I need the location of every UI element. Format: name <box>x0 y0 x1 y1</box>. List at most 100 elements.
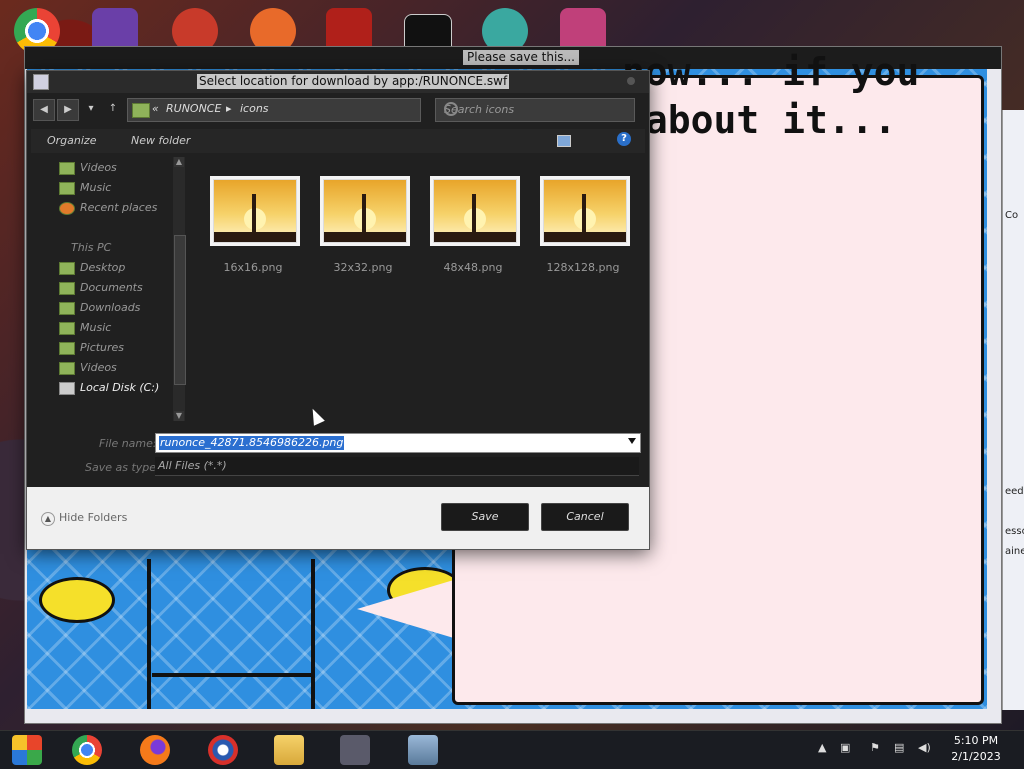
tray-overflow-icon[interactable]: ▲ <box>818 741 832 755</box>
hide-folders-toggle[interactable]: ▲ Hide Folders <box>41 511 127 526</box>
desktop-folder-icon <box>59 261 75 275</box>
file-item[interactable]: 16x16.png <box>197 157 297 274</box>
side-text: eed: <box>1005 486 1024 497</box>
nav-item-pictures[interactable]: Pictures <box>59 339 124 357</box>
nav-item-music-pc[interactable]: Music <box>59 319 111 337</box>
command-toolbar: Organize New folder ? <box>31 129 645 153</box>
clock-time: 5:10 PM <box>953 734 999 747</box>
background-window-edge: Co eed: esso aine: <box>1002 110 1024 710</box>
save-as-type-value: All Files (*.*) <box>158 459 227 472</box>
nav-item-recent-places[interactable]: Recent places <box>59 199 157 217</box>
side-text: esso <box>1005 526 1024 537</box>
drive-icon <box>59 381 75 395</box>
folder-icon <box>132 103 150 118</box>
volume-icon[interactable]: ◀) <box>918 741 932 755</box>
nav-item-videos-pc[interactable]: Videos <box>59 359 117 377</box>
dialog-title: Select location for download by app:/RUN… <box>197 74 510 89</box>
nav-item-local-disk[interactable]: Local Disk (C:) <box>59 379 159 397</box>
search-input[interactable]: Search icons <box>435 98 635 122</box>
dialog-titlebar: Select location for download by app:/RUN… <box>27 71 649 93</box>
file-item[interactable]: 48x48.png <box>417 157 517 274</box>
dialog-footer: ▲ Hide Folders Save Cancel <box>27 487 649 549</box>
save-fields: File name: runonce_42871.8546986226.png … <box>27 425 649 485</box>
image-thumbnail-icon <box>433 179 517 243</box>
view-options-icon[interactable] <box>557 135 571 147</box>
save-as-type-select[interactable]: All Files (*.*) <box>155 457 639 476</box>
recent-places-icon <box>59 201 75 215</box>
nav-header-this-pc[interactable]: This PC <box>71 241 111 254</box>
network-icon[interactable]: ▤ <box>894 741 908 755</box>
tablet-icon[interactable]: ▣ <box>840 741 854 755</box>
breadcrumb-runonce[interactable]: RUNONCE <box>166 102 221 115</box>
file-explorer-icon[interactable] <box>274 735 304 765</box>
search-icon[interactable] <box>444 102 458 116</box>
chrome-icon[interactable] <box>72 735 102 765</box>
clock-date: 2/1/2023 <box>951 750 1001 763</box>
new-folder-button[interactable]: New folder <box>131 134 190 147</box>
file-name: 16x16.png <box>223 261 283 274</box>
save-dialog: Select location for download by app:/RUN… <box>26 70 650 550</box>
creature-eye-left <box>39 577 115 623</box>
breadcrumb-separator: ▸ <box>226 102 232 115</box>
file-name: 48x48.png <box>443 261 503 274</box>
creature-body <box>147 559 315 709</box>
runonce-icon[interactable] <box>340 735 370 765</box>
nav-item-desktop[interactable]: Desktop <box>59 259 125 277</box>
obama-icon[interactable] <box>208 735 238 765</box>
firefox-icon[interactable] <box>140 735 170 765</box>
scroll-down-icon[interactable]: ▼ <box>174 411 184 421</box>
speech-tail <box>357 579 457 639</box>
clock[interactable]: 5:10 PM 2/1/2023 <box>944 733 1008 765</box>
scroll-thumb[interactable] <box>174 235 186 385</box>
nav-item-downloads[interactable]: Downloads <box>59 299 140 317</box>
chevron-down-icon[interactable] <box>628 438 636 444</box>
image-thumbnail-icon <box>213 179 297 243</box>
navigation-pane: Videos Music Recent places This PC Deskt… <box>31 157 181 421</box>
file-name-label: File name: <box>99 437 157 450</box>
pictures-folder-icon <box>59 341 75 355</box>
file-item[interactable]: 128x128.png <box>527 157 627 274</box>
music-folder-icon <box>59 321 75 335</box>
file-name: 32x32.png <box>333 261 393 274</box>
file-item[interactable]: 32x32.png <box>307 157 407 274</box>
save-button[interactable]: Save <box>441 503 529 531</box>
navigation-bar: ◀ ▶ ▾ ↑ « RUNONCE ▸ icons ↻ Search icons <box>31 97 645 123</box>
monitor-icon[interactable] <box>408 735 438 765</box>
breadcrumb-icons[interactable]: icons <box>240 102 269 115</box>
breadcrumb-overflow[interactable]: « <box>152 102 159 115</box>
help-icon[interactable]: ? <box>617 132 631 146</box>
image-thumbnail-icon <box>323 179 407 243</box>
speech-text: now... if you about it... <box>622 50 920 142</box>
chevron-up-icon: ▲ <box>41 512 55 526</box>
app-icon <box>33 74 49 90</box>
nav-item-videos[interactable]: Videos <box>59 159 117 177</box>
back-button[interactable]: ◀ <box>33 99 55 121</box>
organize-button[interactable]: Organize <box>47 134 96 147</box>
start-icon[interactable] <box>12 735 42 765</box>
file-name-input[interactable]: runonce_42871.8546986226.png <box>155 433 641 453</box>
taskbar: ▲ ▣ ⚑ ▤ ◀) 5:10 PM 2/1/2023 <box>0 730 1024 769</box>
side-text: aine: <box>1005 546 1024 557</box>
file-name: 128x128.png <box>546 261 620 274</box>
flag-icon[interactable]: ⚑ <box>870 741 884 755</box>
file-name-value: runonce_42871.8546986226.png <box>159 436 345 450</box>
cancel-button[interactable]: Cancel <box>541 503 629 531</box>
videos-folder-icon <box>59 361 75 375</box>
address-bar[interactable]: « RUNONCE ▸ icons ↻ <box>127 98 513 122</box>
recent-dropdown-icon[interactable]: ▾ <box>81 99 101 119</box>
videos-folder-icon <box>59 161 75 175</box>
image-thumbnail-icon <box>543 179 627 243</box>
close-icon[interactable] <box>627 77 635 85</box>
file-list: 16x16.png 32x32.png 48x48.png 128x128.pn… <box>197 157 645 421</box>
save-as-type-label: Save as type: <box>85 461 160 474</box>
forward-button[interactable]: ▶ <box>57 99 79 121</box>
side-text: Co <box>1005 210 1019 221</box>
scroll-up-icon[interactable]: ▲ <box>174 157 184 167</box>
nav-item-music[interactable]: Music <box>59 179 111 197</box>
creature-lines <box>152 673 312 677</box>
game-title: Please save this... <box>463 50 579 65</box>
nav-scrollbar[interactable]: ▲ ▼ <box>173 157 186 421</box>
nav-item-documents[interactable]: Documents <box>59 279 143 297</box>
documents-folder-icon <box>59 281 75 295</box>
up-arrow-icon[interactable]: ↑ <box>103 99 123 119</box>
